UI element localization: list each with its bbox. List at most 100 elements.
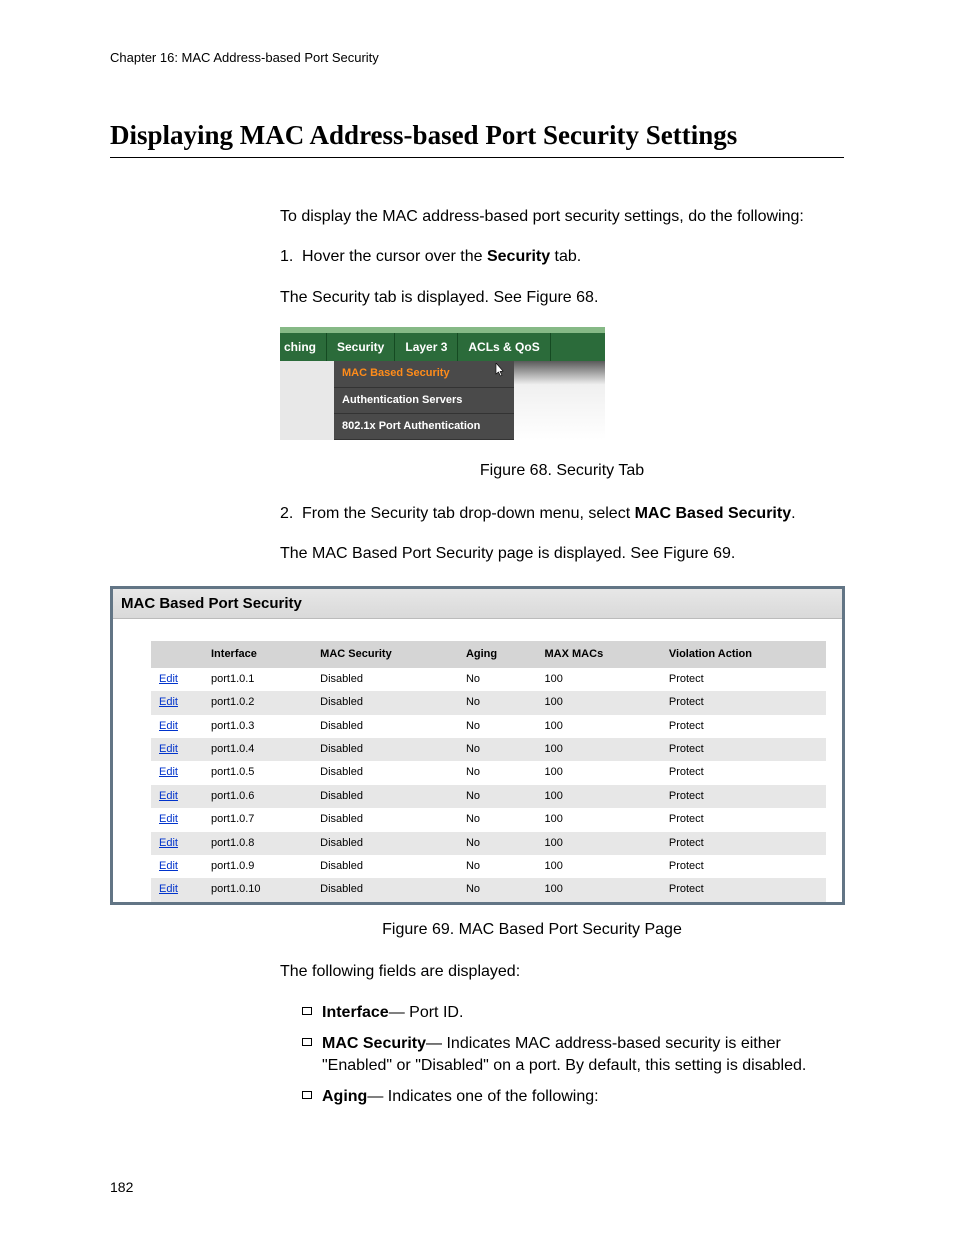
table-cell-mac-security: Disabled (312, 715, 458, 738)
table-cell-max-macs: 100 (537, 668, 661, 691)
table-cell-violation-action: Protect (661, 878, 826, 901)
table-cell-violation-action: Protect (661, 832, 826, 855)
tab-layer3[interactable]: Layer 3 (395, 333, 458, 361)
edit-link[interactable]: Edit (159, 673, 178, 685)
menu-item-mac-based-security-label: MAC Based Security (342, 367, 450, 379)
edit-link[interactable]: Edit (159, 837, 178, 849)
step-2-bold: MAC Based Security (635, 505, 792, 522)
table-cell-max-macs: 100 (537, 738, 661, 761)
table-cell-interface: port1.0.7 (203, 808, 312, 831)
table-cell-edit: Edit (151, 785, 203, 808)
edit-link[interactable]: Edit (159, 883, 178, 895)
section-title: Displaying MAC Address-based Port Securi… (110, 120, 844, 158)
table-cell-interface: port1.0.1 (203, 668, 312, 691)
table-row: Edit port1.0.8DisabledNo100Protect (151, 832, 826, 855)
figure-68-security-tab: ching Security Layer 3 ACLs & QoS MAC Ba… (280, 327, 605, 440)
table-cell-aging: No (458, 715, 537, 738)
tab-switching-partial[interactable]: ching (280, 333, 327, 361)
step-2-number: 2. (280, 503, 302, 525)
menu-item-8021x-port-auth[interactable]: 802.1x Port Authentication (334, 414, 514, 440)
table-cell-violation-action: Protect (661, 691, 826, 714)
table-cell-aging: No (458, 808, 537, 831)
figure-69-mac-based-port-security-page: MAC Based Port Security Interface MAC Se… (110, 586, 845, 905)
table-header-row: Interface MAC Security Aging MAX MACs Vi… (151, 641, 826, 668)
table-cell-interface: port1.0.4 (203, 738, 312, 761)
table-cell-max-macs: 100 (537, 715, 661, 738)
step-2-text-post: . (791, 505, 795, 522)
table-header-max-macs: MAX MACs (537, 641, 661, 668)
table-cell-aging: No (458, 855, 537, 878)
edit-link[interactable]: Edit (159, 790, 178, 802)
table-cell-edit: Edit (151, 808, 203, 831)
step-1-number: 1. (280, 246, 302, 268)
figure-68-tabs: ching Security Layer 3 ACLs & QoS (280, 333, 605, 361)
figure-68-dropdown: MAC Based Security Authentication Server… (280, 361, 605, 440)
table-cell-mac-security: Disabled (312, 668, 458, 691)
table-cell-aging: No (458, 878, 537, 901)
table-cell-mac-security: Disabled (312, 691, 458, 714)
edit-link[interactable]: Edit (159, 720, 178, 732)
step-1-text-post: tab. (550, 248, 581, 265)
table-cell-interface: port1.0.6 (203, 785, 312, 808)
table-cell-edit: Edit (151, 738, 203, 761)
page-number: 182 (110, 1179, 133, 1195)
edit-link[interactable]: Edit (159, 696, 178, 708)
table-cell-mac-security: Disabled (312, 808, 458, 831)
figure-69-panel-title: MAC Based Port Security (113, 589, 842, 619)
table-cell-max-macs: 100 (537, 691, 661, 714)
table-cell-interface: port1.0.5 (203, 761, 312, 784)
step-2-result: The MAC Based Port Security page is disp… (280, 543, 844, 565)
menu-item-mac-based-security[interactable]: MAC Based Security (334, 361, 514, 387)
intro-paragraph: To display the MAC address-based port se… (280, 206, 844, 228)
step-2: 2.From the Security tab drop-down menu, … (280, 503, 844, 525)
field-item: Interface— Port ID. (302, 1002, 844, 1024)
table-cell-violation-action: Protect (661, 785, 826, 808)
table-cell-violation-action: Protect (661, 715, 826, 738)
table-cell-aging: No (458, 832, 537, 855)
table-header-aging: Aging (458, 641, 537, 668)
tab-security[interactable]: Security (327, 333, 395, 361)
fields-intro: The following fields are displayed: (280, 961, 844, 983)
table-cell-mac-security: Disabled (312, 738, 458, 761)
table-cell-violation-action: Protect (661, 738, 826, 761)
figure-68-right-spacer (514, 361, 605, 440)
table-cell-mac-security: Disabled (312, 832, 458, 855)
figure-69-caption: Figure 69. MAC Based Port Security Page (220, 919, 844, 941)
edit-link[interactable]: Edit (159, 766, 178, 778)
table-row: Editport1.0.10DisabledNo100Protect (151, 878, 826, 901)
table-cell-interface: port1.0.9 (203, 855, 312, 878)
body-content: To display the MAC address-based port se… (280, 206, 844, 1108)
document-page: Chapter 16: MAC Address-based Port Secur… (0, 0, 954, 1235)
edit-link[interactable]: Edit (159, 860, 178, 872)
table-cell-mac-security: Disabled (312, 855, 458, 878)
cursor-pointer-icon (492, 363, 506, 385)
figure-68-caption: Figure 68. Security Tab (280, 460, 844, 482)
table-header-violation-action: Violation Action (661, 641, 826, 668)
table-cell-violation-action: Protect (661, 761, 826, 784)
table-cell-max-macs: 100 (537, 808, 661, 831)
table-cell-edit: Edit (151, 761, 203, 784)
table-row: Editport1.0.6DisabledNo100Protect (151, 785, 826, 808)
edit-link[interactable]: Edit (159, 743, 178, 755)
menu-item-authentication-servers[interactable]: Authentication Servers (334, 388, 514, 414)
table-cell-edit: Edit (151, 715, 203, 738)
table-cell-aging: No (458, 761, 537, 784)
table-cell-max-macs: 100 (537, 785, 661, 808)
table-cell-interface: port1.0.10 (203, 878, 312, 901)
step-1: 1.Hover the cursor over the Security tab… (280, 246, 844, 268)
table-cell-max-macs: 100 (537, 832, 661, 855)
table-row: Editport1.0.9DisabledNo100Protect (151, 855, 826, 878)
table-cell-interface: port1.0.8 (203, 832, 312, 855)
table-cell-aging: No (458, 691, 537, 714)
tab-acls-qos[interactable]: ACLs & QoS (458, 333, 550, 361)
table-cell-aging: No (458, 785, 537, 808)
table-cell-edit: Edit (151, 691, 203, 714)
edit-link[interactable]: Edit (159, 813, 178, 825)
table-cell-edit: Edit (151, 668, 203, 691)
field-name: Interface (322, 1004, 389, 1021)
table-row: Editport1.0.5DisabledNo100Protect (151, 761, 826, 784)
step-1-result: The Security tab is displayed. See Figur… (280, 287, 844, 309)
table-cell-edit: Edit (151, 832, 203, 855)
table-cell-violation-action: Protect (661, 808, 826, 831)
mac-security-table: Interface MAC Security Aging MAX MACs Vi… (151, 641, 826, 902)
